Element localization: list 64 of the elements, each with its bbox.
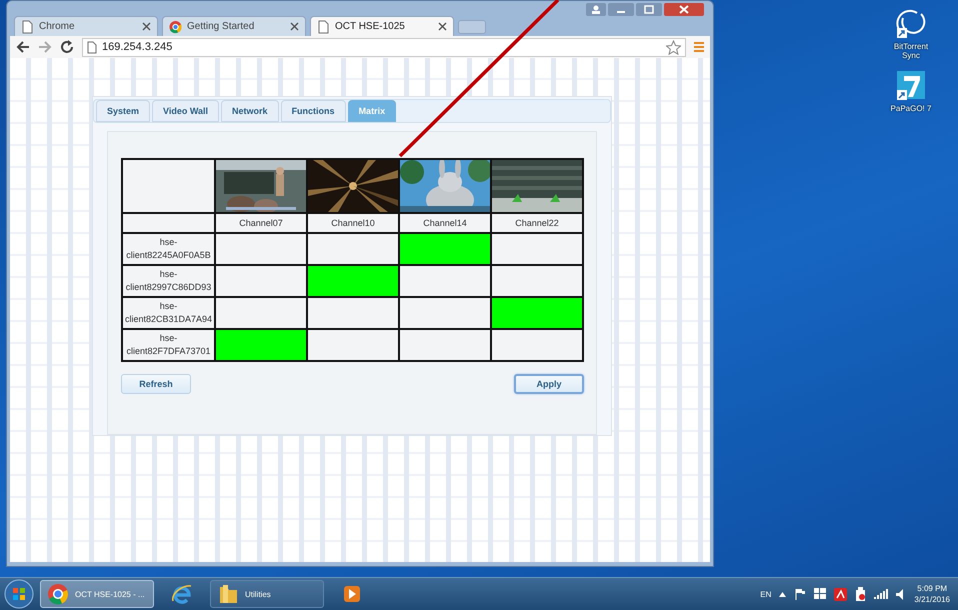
matrix-cell[interactable] [399,328,491,361]
start-button[interactable] [4,579,34,609]
power-icon[interactable] [855,587,866,601]
matrix-cell[interactable] [399,264,491,297]
matrix-cell[interactable] [307,264,399,297]
matrix-cell[interactable] [491,328,583,361]
address-bar[interactable]: 169.254.3.245 [82,38,686,56]
clock-date[interactable]: 3/21/2016 [914,594,950,605]
close-icon[interactable] [438,22,447,31]
flag-icon[interactable] [794,588,806,600]
browser-tab[interactable]: Getting Started [162,16,306,36]
language-indicator[interactable]: EN [760,590,772,598]
profile-icon[interactable] [586,3,606,16]
matrix-cell[interactable] [491,232,583,265]
matrix-cell[interactable] [399,232,491,265]
chrome-icon [169,20,182,34]
back-icon[interactable] [16,41,30,53]
caret-icon[interactable] [779,592,786,596]
matrix-cell[interactable] [307,296,399,329]
row-header: hse- client82F7DFA73701 [122,328,215,361]
taskbar-button[interactable]: Utilities [210,580,324,608]
page-icon [21,20,34,34]
app-icon[interactable] [894,70,927,102]
matrix-cell[interactable] [307,328,399,361]
sync-icon[interactable] [894,8,927,40]
tab[interactable]: System [96,100,150,122]
row-header: hse- client82997C86DD93 [122,264,215,297]
media-player-icon [341,583,363,605]
clock-time[interactable]: 5:09 PM [917,583,948,594]
star-icon[interactable] [666,40,681,54]
signal-icon[interactable] [874,589,888,599]
matrix-cell[interactable] [215,296,307,329]
taskbar-button[interactable]: OCT HSE-1025 - ... [40,580,154,608]
matrix-cell[interactable] [215,264,307,297]
icon-label[interactable]: PaPaGO! 7 [890,104,932,113]
icon-label[interactable]: BitTorrent Sync [894,42,928,60]
row-header: hse- client82CB31DA7A94 [122,296,215,329]
button[interactable]: Refresh [121,374,191,394]
matrix-cell[interactable] [215,328,307,361]
windows-icon[interactable] [814,588,826,600]
antivirus-icon[interactable] [834,588,848,600]
matrix-cell[interactable] [215,232,307,265]
matrix-cell[interactable] [491,264,583,297]
button[interactable]: Apply [514,374,584,394]
tab[interactable]: Video Wall [152,100,220,122]
minimize-icon[interactable] [608,3,634,16]
close-icon[interactable] [290,22,299,31]
tab[interactable]: Functions [280,100,346,122]
browser-icon [171,583,193,605]
row-header: hse- client82245A0F0A5B [122,232,215,265]
tab[interactable]: Network [221,100,279,122]
close-icon[interactable] [142,22,151,31]
close-icon[interactable] [664,3,704,16]
page-icon [87,40,97,54]
matrix-cell[interactable] [399,296,491,329]
maximize-icon[interactable] [636,3,662,16]
page-icon [317,20,330,34]
matrix-cell[interactable] [307,232,399,265]
browser-tab[interactable]: OCT HSE-1025 [310,16,454,36]
reload-icon[interactable] [60,40,74,54]
folder-icon [217,583,239,605]
browser-tab[interactable]: Chrome [14,16,158,36]
matrix-cell[interactable] [491,296,583,329]
chrome-icon [47,583,69,605]
